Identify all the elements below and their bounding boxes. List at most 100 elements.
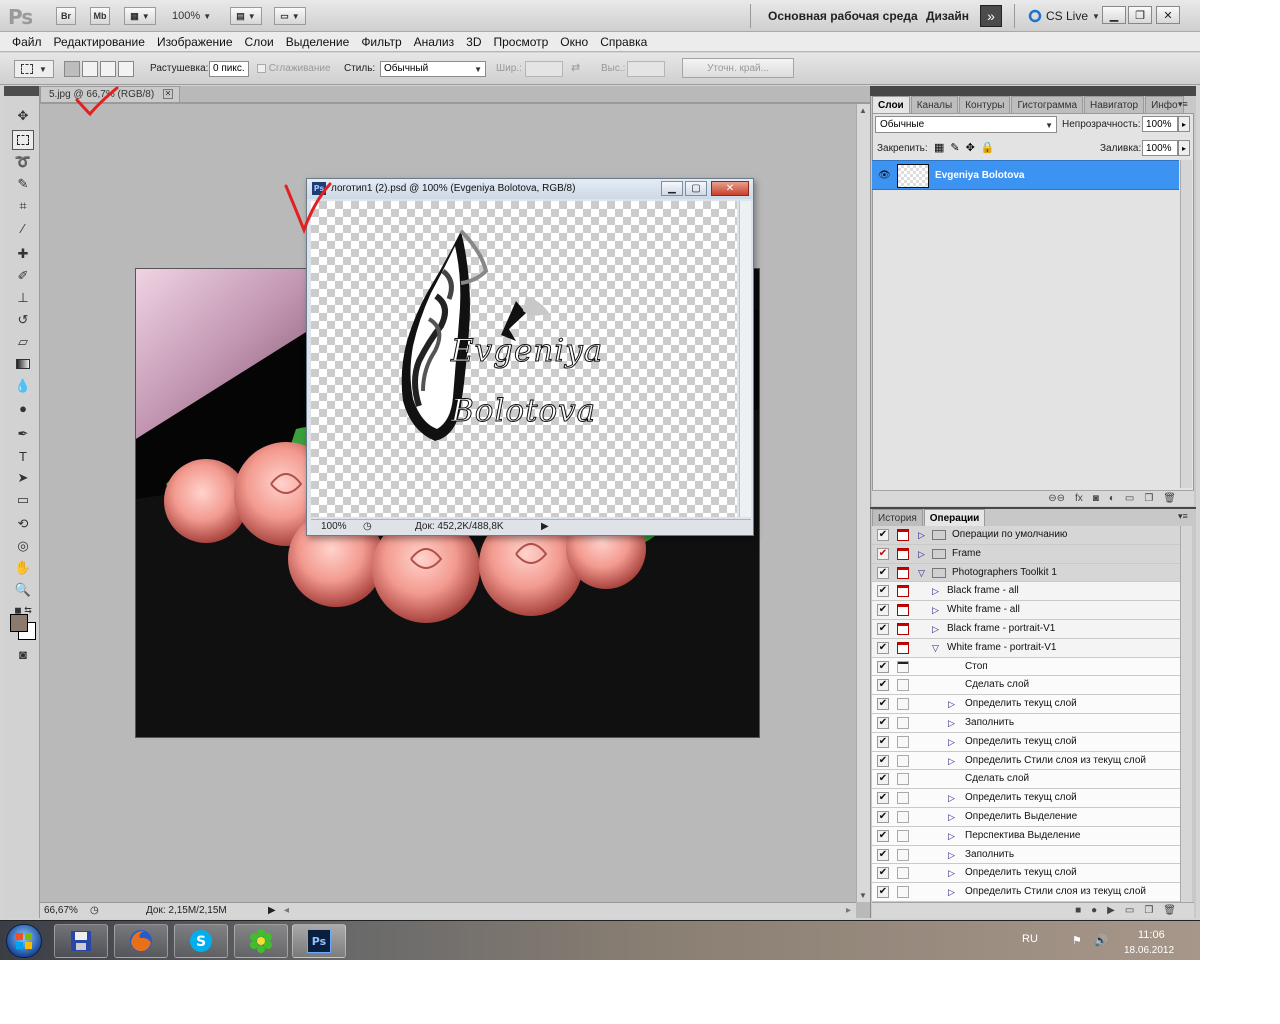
status-menu-arrow-icon[interactable]: ▶ [541,521,549,532]
blur-icon[interactable]: 💧 [12,376,34,396]
lock-transparent-icon[interactable]: ▦ [934,141,944,154]
collapsed-triangle-icon[interactable]: ▷ [932,624,939,635]
status-menu-arrow-icon[interactable]: ▶ [268,905,276,916]
toggle-item-checkbox[interactable]: ✔ [877,792,889,805]
dialog-toggle-icon[interactable] [897,829,909,842]
dialog-toggle-icon[interactable] [897,754,909,767]
new-group-icon[interactable]: ▭ [1125,493,1134,504]
action-command-row[interactable]: ✔ ▷ Определить Стили слоя из текущ слой [872,751,1180,771]
dialog-toggle-icon[interactable] [897,867,909,880]
dodge-icon[interactable]: ● [12,398,34,418]
quick-selection-icon[interactable]: ✎ [12,174,34,194]
logo-canvas[interactable]: Evgeniya Bolotova [311,201,737,517]
action-row[interactable]: ✔ ▷ Black frame - portrait-V1 [872,619,1180,639]
collapsed-triangle-icon[interactable]: ▷ [948,887,955,898]
close-icon[interactable]: ✕ [163,89,173,99]
tab-actions[interactable]: Операции [923,509,986,527]
actions-scrollbar[interactable] [1180,526,1192,902]
collapsed-triangle-icon[interactable]: ▷ [948,868,955,879]
crop-icon[interactable]: ⌗ [12,196,34,216]
taskbar-firefox[interactable] [114,924,168,958]
collapsed-triangle-icon[interactable]: ▷ [948,737,955,748]
visibility-eye-icon[interactable]: 👁 [878,170,891,181]
dialog-toggle-icon[interactable] [897,848,909,861]
new-selection-icon[interactable] [64,61,80,77]
action-command-row[interactable]: ✔ ▷ Заполнить [872,845,1180,865]
panel-grip[interactable] [870,86,1196,96]
menu-3d[interactable]: 3D [460,32,487,51]
mini-bridge-button[interactable]: Mb [90,7,110,25]
action-row[interactable]: ✔ ▽ White frame - portrait-V1 [872,638,1180,658]
tab-histogram[interactable]: Гистограмма [1011,96,1084,114]
height-input[interactable] [627,61,665,77]
toggle-item-checkbox[interactable]: ✔ [877,773,889,786]
tab-paths[interactable]: Контуры [959,96,1011,114]
arrange-documents-button[interactable]: ▤ ▼ [230,7,262,25]
action-set-row[interactable]: ✔ ▽ Photographers Toolkit 1 [872,563,1180,583]
tab-history[interactable]: История [872,509,923,527]
dialog-toggle-icon[interactable] [897,641,909,654]
action-command-row[interactable]: ✔ ▷ Определить текущ слой [872,864,1180,884]
tab-channels[interactable]: Каналы [910,96,959,114]
dialog-toggle-icon[interactable] [897,622,909,635]
toggle-item-checkbox[interactable]: ✔ [877,867,889,880]
toggle-item-checkbox[interactable]: ✔ [877,547,889,560]
stop-recording-icon[interactable]: ■ [1075,905,1081,916]
action-command-row[interactable]: ✔ ▷ Определить текущ слой [872,695,1180,714]
lasso-icon[interactable]: ➰ [12,152,34,172]
minimize-button[interactable]: ▁ [1102,6,1126,24]
action-row[interactable]: ✔ ▷ White frame - all [872,601,1180,620]
record-icon[interactable]: ● [1091,905,1097,916]
dialog-toggle-icon[interactable] [897,698,909,711]
new-layer-icon[interactable]: ❐ [1144,493,1153,504]
collapsed-triangle-icon[interactable]: ▷ [948,718,955,729]
lock-position-icon[interactable]: ✥ [966,141,975,154]
blend-mode-select[interactable]: Обычные ▼ [875,116,1057,133]
collapsed-triangle-icon[interactable]: ▷ [932,605,939,616]
action-command-row[interactable]: ✔ Стоп [872,657,1180,677]
dialog-toggle-icon[interactable] [897,792,909,805]
quick-mask-icon[interactable]: ◙ [12,644,34,664]
toggle-item-checkbox[interactable]: ✔ [877,829,889,842]
collapsed-triangle-icon[interactable]: ▷ [918,530,925,541]
toggle-item-checkbox[interactable]: ✔ [877,641,889,654]
zoom-level-menu[interactable]: 100% ▼ [172,10,211,22]
dialog-toggle-icon[interactable] [897,660,909,673]
close-button[interactable]: ✕ [711,181,749,196]
dialog-toggle-icon[interactable] [897,679,909,692]
collapsed-triangle-icon[interactable]: ▷ [932,586,939,597]
menu-view[interactable]: Просмотр [487,32,554,51]
expanded-triangle-icon[interactable]: ▽ [918,568,925,579]
collapsed-triangle-icon[interactable]: ▷ [948,850,955,861]
taskbar-photoshop[interactable]: Ps [292,924,346,958]
toggle-item-checkbox[interactable]: ✔ [877,886,889,899]
pen-icon[interactable]: ✒ [12,424,34,444]
gradient-icon[interactable] [12,354,34,374]
toggle-item-checkbox[interactable]: ✔ [877,604,889,617]
view-extras-button[interactable]: ▦ ▼ [124,7,156,25]
collapsed-triangle-icon[interactable]: ▷ [948,812,955,823]
dialog-toggle-icon[interactable] [897,886,909,899]
toggle-item-checkbox[interactable]: ✔ [877,698,889,711]
subtract-from-selection-icon[interactable] [100,61,116,77]
action-command-row[interactable]: ✔ ▷ Определить Стили слоя из текущ слой [872,883,1180,902]
panel-menu-icon[interactable]: ▾≡ [1178,99,1188,110]
opacity-slider-icon[interactable]: ▸ [1178,116,1190,132]
status-info-icon[interactable]: ◷ [363,521,372,532]
brush-icon[interactable]: ✐ [12,266,34,286]
taskbar-skype[interactable]: S [174,924,228,958]
workspace-design-button[interactable]: Дизайн [926,9,969,23]
tab-layers[interactable]: Слои [872,96,910,114]
play-icon[interactable]: ▶ [1107,905,1115,916]
opacity-input[interactable]: 100% [1142,116,1178,132]
panel-grip[interactable] [4,86,39,96]
rectangular-marquee-icon[interactable] [12,130,34,150]
dialog-toggle-icon[interactable] [897,716,909,729]
action-row[interactable]: ✔ ▷ Black frame - all [872,582,1180,602]
maximize-button[interactable]: ▢ [685,181,707,196]
menu-analysis[interactable]: Анализ [408,32,461,51]
new-action-icon[interactable]: ❐ [1144,905,1153,916]
fill-slider-icon[interactable]: ▸ [1178,140,1190,156]
layer-style-icon[interactable]: fx [1075,493,1083,504]
dialog-toggle-icon[interactable] [897,735,909,748]
